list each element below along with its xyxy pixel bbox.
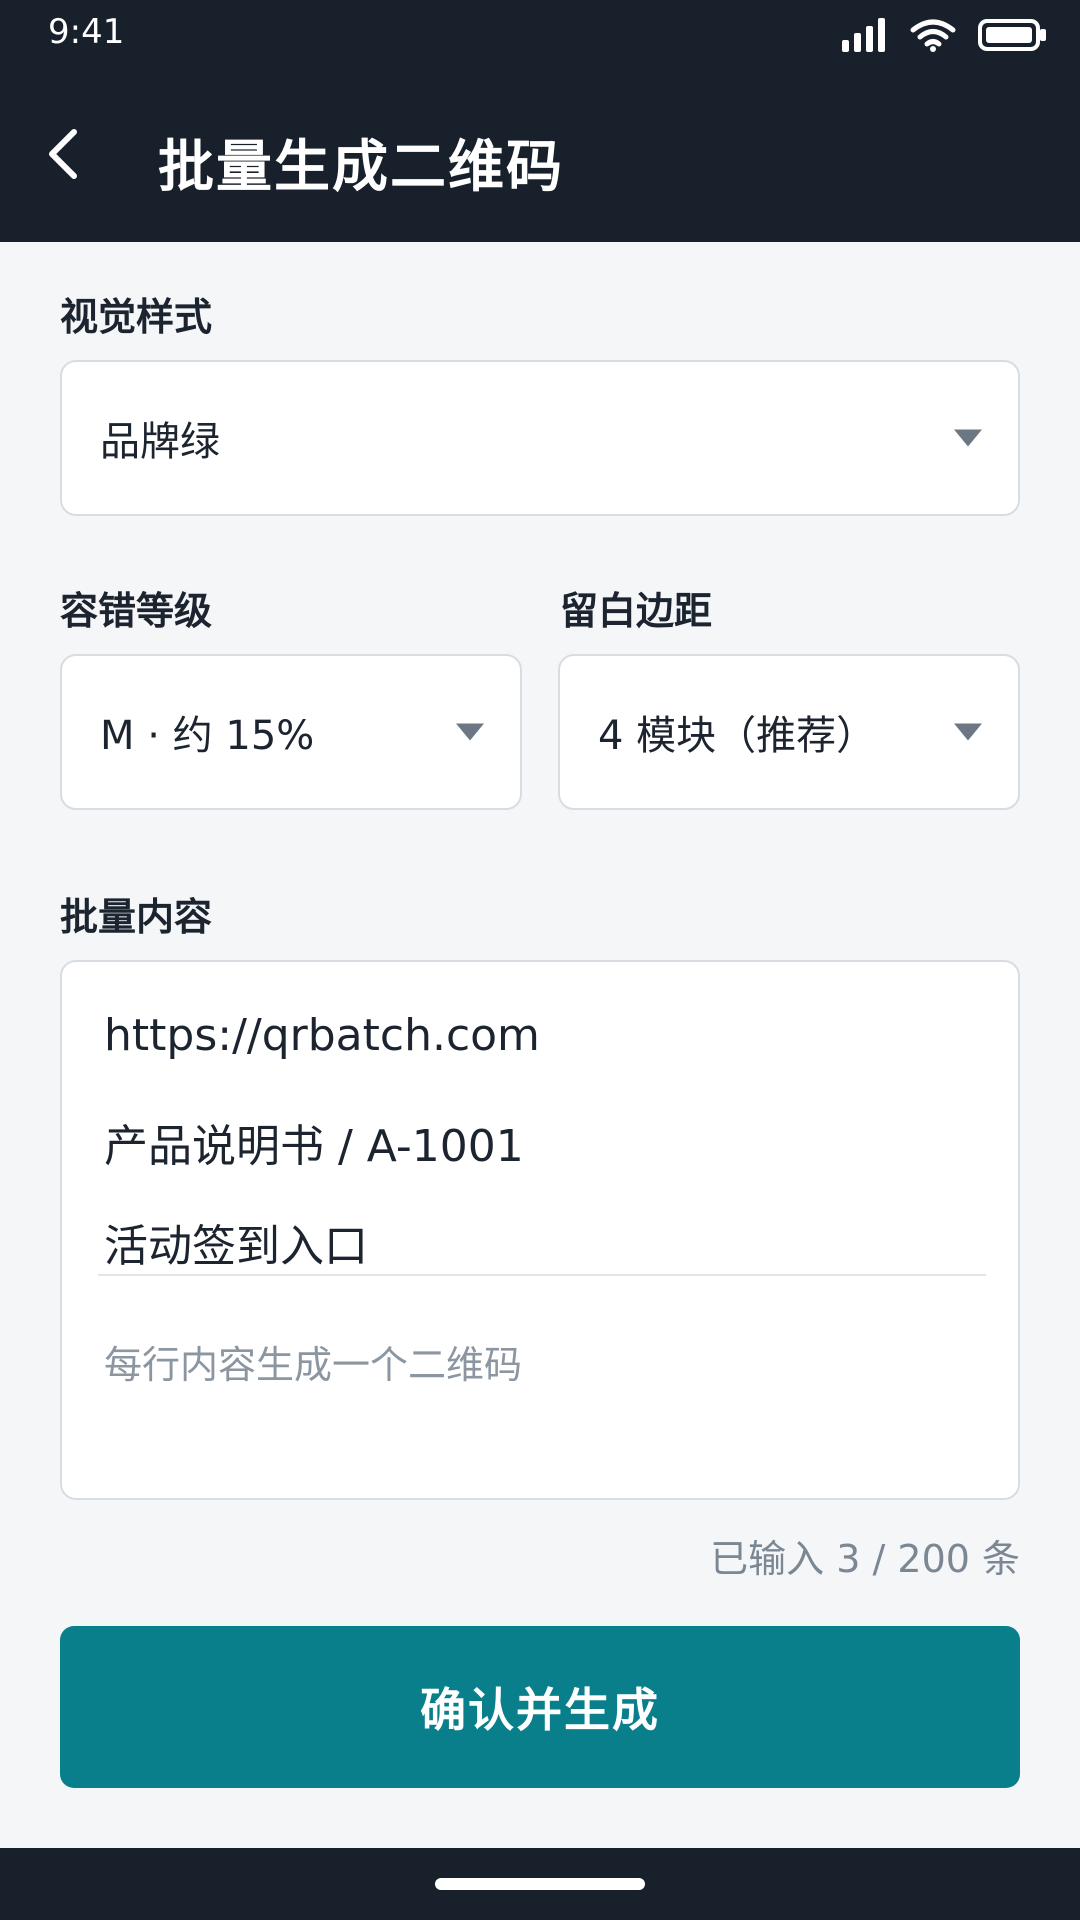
error-correction-label: 容错等级 — [60, 589, 213, 633]
error-correction-value: M · 约 15% — [100, 713, 315, 759]
back-button[interactable] — [28, 120, 100, 192]
content-line: 活动签到入口 — [104, 1221, 368, 1272]
status-icons — [842, 18, 1048, 56]
content-line: 产品说明书 / A-1001 — [104, 1121, 524, 1172]
status-time: 9:41 — [48, 12, 125, 52]
margin-label: 留白边距 — [560, 589, 713, 633]
batch-content-textarea[interactable]: https://qrbatch.com 产品说明书 / A-1001 活动签到入… — [60, 960, 1020, 1500]
entry-counter: 已输入 3 / 200 条 — [710, 1537, 1020, 1581]
confirm-generate-button[interactable]: 确认并生成 — [60, 1626, 1020, 1788]
visual-style-value: 品牌绿 — [100, 419, 220, 465]
margin-value: 4 模块（推荐） — [598, 713, 877, 759]
visual-style-label: 视觉样式 — [60, 295, 213, 339]
content-line: https://qrbatch.com — [104, 1010, 540, 1061]
chevron-down-icon — [954, 723, 982, 741]
system-nav-bar — [0, 1848, 1080, 1920]
error-correction-select[interactable]: M · 约 15% — [60, 654, 522, 810]
margin-select[interactable]: 4 模块（推荐） — [558, 654, 1020, 810]
page-title: 批量生成二维码 — [158, 135, 564, 200]
home-indicator[interactable] — [435, 1878, 645, 1890]
status-bar: 9:41 — [0, 0, 1080, 70]
app-bar: 批量生成二维码 — [0, 70, 1080, 242]
wifi-icon — [910, 18, 956, 56]
chevron-down-icon — [954, 429, 982, 447]
batch-content-label: 批量内容 — [60, 895, 213, 939]
chevron-down-icon — [456, 723, 484, 741]
signal-icon — [842, 18, 888, 56]
chevron-left-icon — [42, 128, 86, 184]
input-divider — [98, 1274, 986, 1276]
batch-content-placeholder: 每行内容生成一个二维码 — [104, 1343, 523, 1387]
battery-icon — [978, 18, 1048, 56]
visual-style-select[interactable]: 品牌绿 — [60, 360, 1020, 516]
